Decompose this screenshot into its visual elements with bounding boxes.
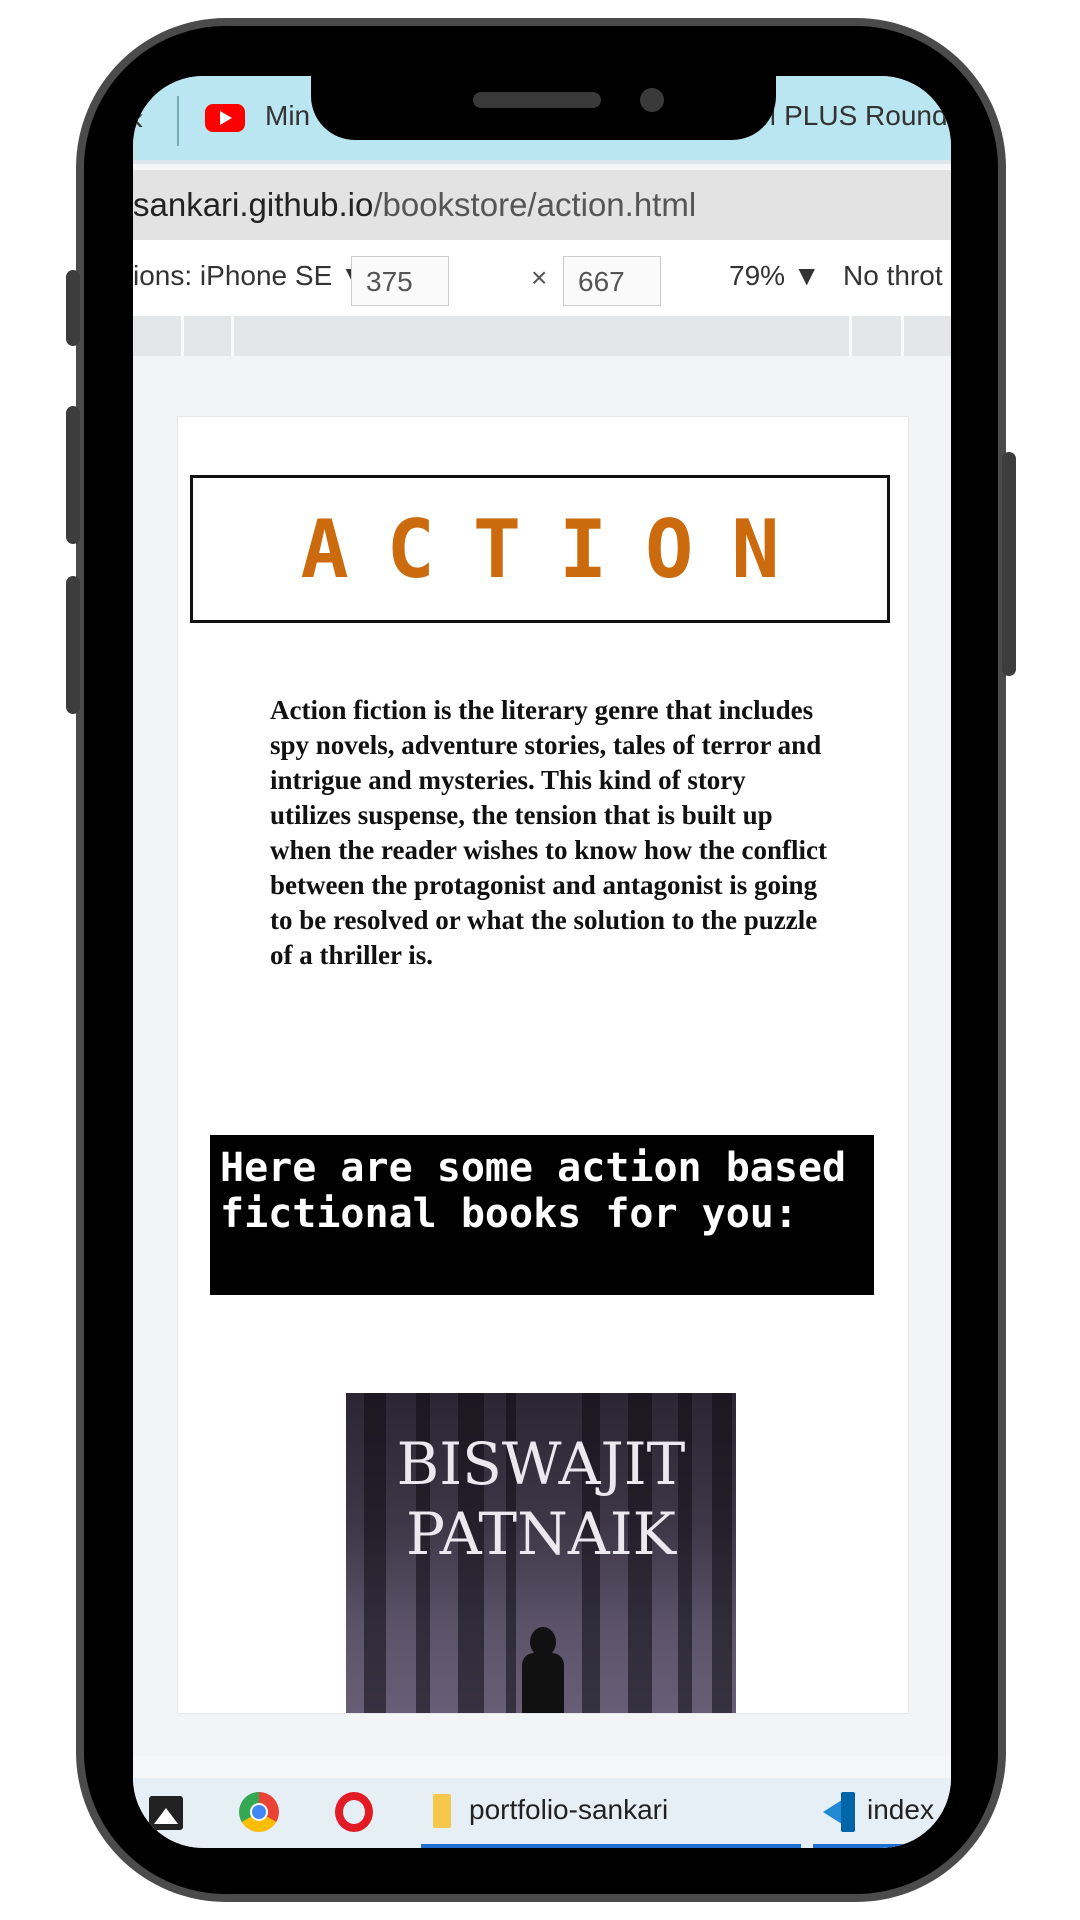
throttle-dropdown[interactable]: No throt [843, 260, 943, 292]
volume-up-button [66, 406, 80, 544]
phone-notch [311, 76, 776, 140]
vscode-icon[interactable] [819, 1792, 859, 1832]
volume-down-button [66, 576, 80, 714]
url-text[interactable]: sankari.github.io/bookstore/action.html [133, 186, 696, 224]
front-camera [640, 88, 664, 112]
chevron-left-icon[interactable]: ‹ [133, 100, 144, 137]
ruler-divider [901, 316, 904, 356]
tab-youtube-title[interactable]: Min [265, 100, 310, 132]
width-input[interactable]: 375 [351, 256, 449, 306]
page-title: ACTION [300, 502, 818, 596]
tab-strip-divider [133, 160, 951, 164]
zoom-dropdown[interactable]: 79% ▼ [729, 260, 821, 292]
height-input[interactable]: 667 [563, 256, 661, 306]
folder-icon[interactable] [433, 1794, 451, 1828]
intro-text: Here are some action based fictional boo… [220, 1145, 871, 1237]
tab-separator [177, 96, 179, 146]
ruler-divider [181, 316, 184, 356]
book-author-line1: BISWAJIT [396, 1430, 686, 1498]
power-button [1002, 452, 1016, 676]
url-path: /bookstore/action.html [373, 186, 697, 223]
tab-font-title[interactable]: M PLUS Round [753, 100, 948, 132]
heading-box: ACTION [190, 475, 890, 623]
taskbar-active-indicator [421, 1844, 801, 1848]
device-dropdown[interactable]: ions: iPhone SE ▼ [133, 260, 368, 292]
youtube-icon [205, 104, 245, 132]
url-host: sankari.github.io [133, 186, 374, 223]
address-bar[interactable]: sankari.github.io/bookstore/action.html [133, 170, 951, 240]
photos-icon[interactable] [149, 1796, 183, 1830]
ruler-divider [849, 316, 852, 356]
genre-description: Action fiction is the literary genre tha… [270, 695, 827, 970]
book-author-line2: PATNAIK [406, 1500, 676, 1568]
taskbar-folder-label[interactable]: portfolio-sankari [469, 1794, 668, 1826]
chrome-icon[interactable] [239, 1792, 279, 1832]
emulated-page: ACTION Action fiction is the literary ge… [177, 416, 909, 1714]
intro-banner: Here are some action based fictional boo… [210, 1135, 874, 1295]
book-author: BISWAJIT PATNAIK [346, 1429, 736, 1569]
silent-switch [66, 270, 80, 346]
opera-icon[interactable] [335, 1792, 373, 1832]
figure-silhouette-body [522, 1653, 564, 1713]
book-cover-image[interactable]: BISWAJIT PATNAIK [346, 1393, 736, 1713]
dimension-times-icon: × [531, 262, 548, 293]
taskbar-active-indicator [813, 1844, 951, 1848]
media-query-ruler [133, 316, 951, 356]
taskbar-vscode-label[interactable]: index [867, 1794, 934, 1826]
device-toolbar: ions: iPhone SE ▼ 375 × 667 79% ▼ No thr… [133, 240, 951, 316]
ruler-divider [231, 316, 234, 356]
speaker-grille [473, 92, 601, 108]
phone-screen: ‹ Min M PLUS Round sankari.github.io/boo… [133, 76, 951, 1848]
windows-taskbar: portfolio-sankari index [133, 1778, 951, 1848]
